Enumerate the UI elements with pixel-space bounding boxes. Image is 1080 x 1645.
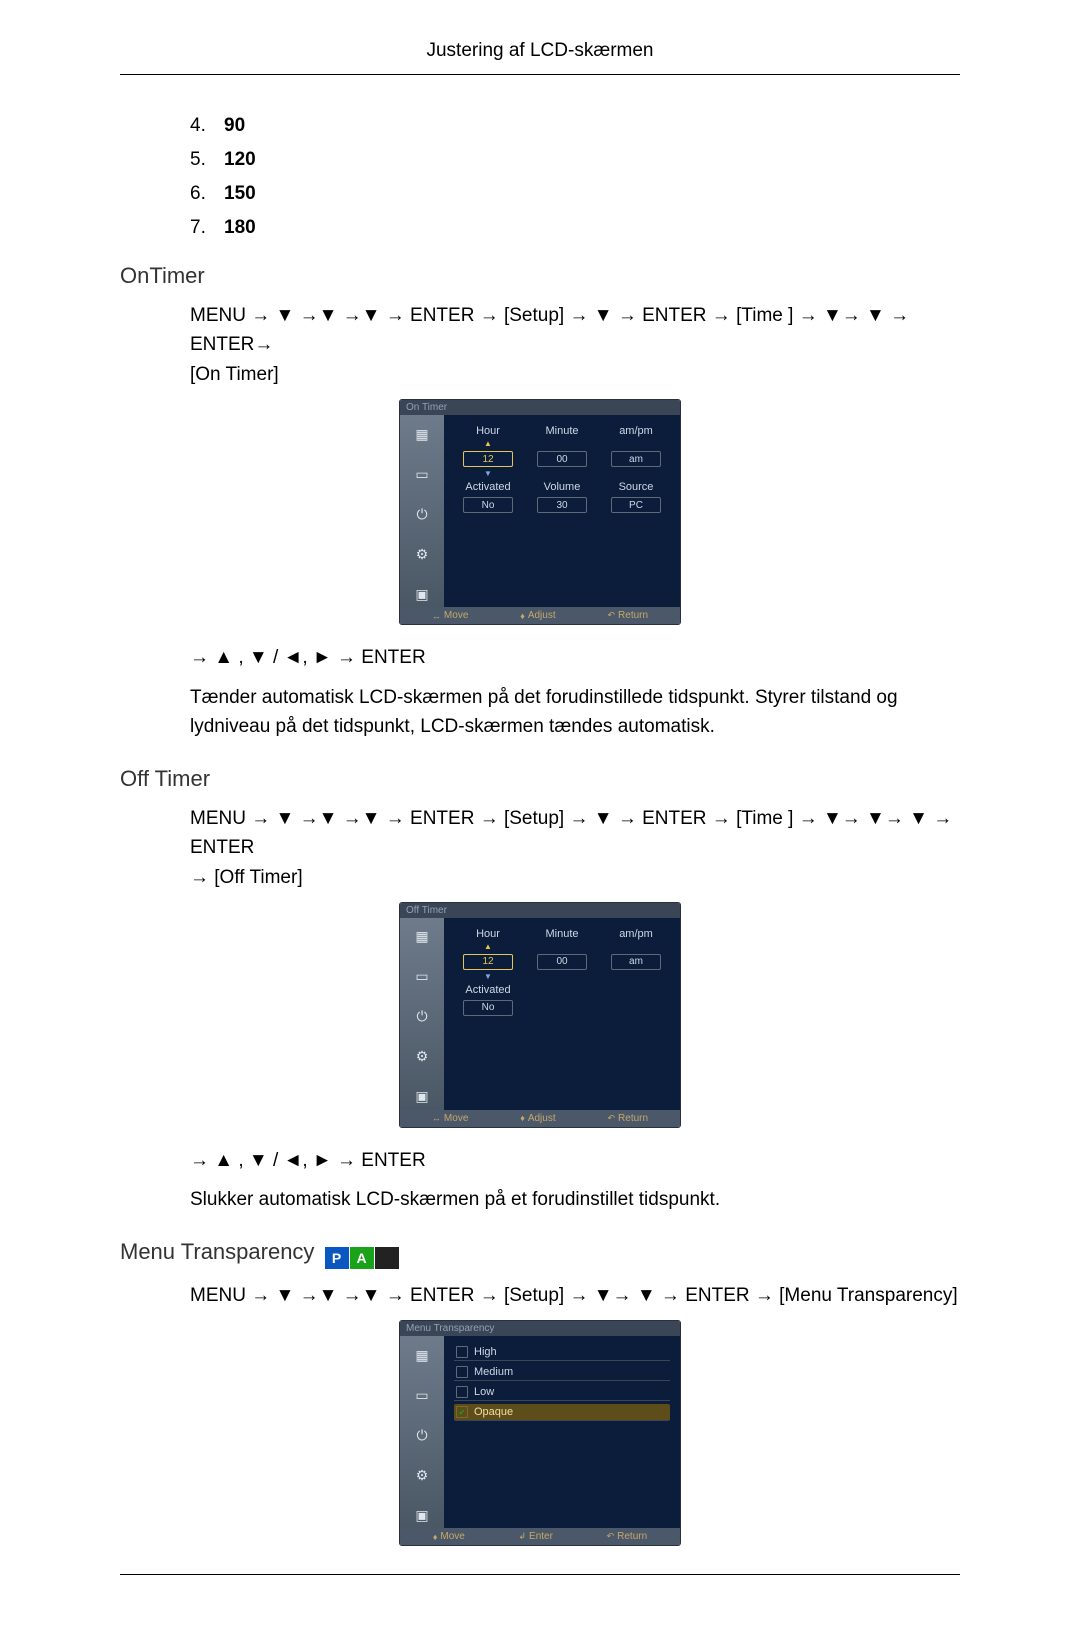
- osd-value-source[interactable]: PC: [611, 497, 661, 513]
- osd-label: Hour: [476, 425, 500, 437]
- list-item: 5.120: [190, 149, 960, 171]
- osd-title: Menu Transparency: [400, 1321, 680, 1336]
- screen-icon: ▭: [409, 461, 435, 487]
- osd-label: Hour: [476, 928, 500, 940]
- move-icon: ↔: [432, 1113, 441, 1123]
- tv-icon: ▣: [409, 1084, 435, 1110]
- p-mode-icon: P: [325, 1247, 349, 1269]
- osd-value-activated[interactable]: No: [463, 497, 513, 513]
- osd-footer: ↔Move ♦Adjust ↶Return: [400, 1110, 680, 1127]
- move-icon: ♦: [433, 1532, 438, 1542]
- list-number: 6.: [190, 183, 224, 205]
- osd-title: On Timer: [400, 400, 680, 415]
- osd-option-high[interactable]: High: [454, 1344, 670, 1361]
- down-triangle-icon: ▼: [484, 974, 492, 980]
- osd-label: Activated: [465, 481, 510, 493]
- list-item: 7.180: [190, 217, 960, 239]
- osd-footer: ↔Move ♦Adjust ↶Return: [400, 607, 680, 624]
- check-icon: ✔: [456, 1406, 468, 1418]
- osd-label: am/pm: [619, 928, 653, 940]
- osd-value-ampm[interactable]: am: [611, 954, 661, 970]
- screen-icon: ▭: [409, 1382, 435, 1408]
- osd-value-ampm[interactable]: am: [611, 451, 661, 467]
- osd-sidebar: ▦ ▭ ⏻ ⚙ ▣: [400, 918, 444, 1110]
- nav-line: → ▲ , ▼ / ◄, ► → ENTER: [190, 643, 960, 672]
- ordered-list: 4.90 5.120 6.150 7.180: [120, 115, 960, 239]
- osd-off-timer: Off Timer ▦ ▭ ⏻ ⚙ ▣ Hour ▲: [399, 902, 681, 1128]
- dark-mode-icon: [375, 1247, 399, 1269]
- osd-label: Minute: [545, 425, 578, 437]
- osd-menu-transparency: Menu Transparency ▦ ▭ ⏻ ⚙ ▣ High Medium …: [399, 1320, 681, 1546]
- power-icon: ⏻: [409, 1004, 435, 1030]
- osd-footer: ♦Move ↲Enter ↶Return: [400, 1528, 680, 1545]
- gear-icon: ⚙: [409, 1462, 435, 1488]
- list-number: 5.: [190, 149, 224, 171]
- osd-label: Volume: [544, 481, 581, 493]
- description: Slukker automatisk LCD-skærmen på et for…: [190, 1185, 960, 1214]
- osd-value-activated[interactable]: No: [463, 1000, 513, 1016]
- osd-label: am/pm: [619, 425, 653, 437]
- nav-line: MENU → ▼ →▼ →▼ → ENTER → [Setup] → ▼ → E…: [190, 804, 960, 892]
- return-icon: ↶: [607, 1113, 615, 1124]
- osd-label: Source: [619, 481, 654, 493]
- osd-label: Minute: [545, 928, 578, 940]
- osd-option-opaque[interactable]: ✔Opaque: [454, 1404, 670, 1421]
- list-item: 6.150: [190, 183, 960, 205]
- osd-value-hour[interactable]: 12: [463, 954, 513, 970]
- list-number: 4.: [190, 115, 224, 137]
- nav-line: → ▲ , ▼ / ◄, ► → ENTER: [190, 1146, 960, 1175]
- return-icon: ↶: [607, 1531, 615, 1542]
- osd-value-minute[interactable]: 00: [537, 954, 587, 970]
- osd-value-minute[interactable]: 00: [537, 451, 587, 467]
- down-triangle-icon: ▼: [484, 471, 492, 477]
- gear-icon: ⚙: [409, 541, 435, 567]
- enter-icon: ↲: [519, 1531, 527, 1542]
- osd-label: Activated: [465, 984, 510, 996]
- section-title-ontimer: OnTimer: [120, 263, 960, 289]
- osd-option-low[interactable]: Low: [454, 1384, 670, 1401]
- nav-line: MENU → ▼ →▼ →▼ → ENTER → [Setup] → ▼ → E…: [190, 301, 960, 389]
- osd-sidebar: ▦ ▭ ⏻ ⚙ ▣: [400, 415, 444, 607]
- list-value: 120: [224, 149, 256, 171]
- screen-icon: ▭: [409, 964, 435, 990]
- osd-on-timer: On Timer ▦ ▭ ⏻ ⚙ ▣ Hour ▲: [399, 399, 681, 625]
- osd-sidebar: ▦ ▭ ⏻ ⚙ ▣: [400, 1336, 444, 1528]
- osd-value-volume[interactable]: 30: [537, 497, 587, 513]
- list-item: 4.90: [190, 115, 960, 137]
- list-value: 150: [224, 183, 256, 205]
- adjust-icon: ♦: [520, 611, 525, 621]
- tv-icon: ▣: [409, 581, 435, 607]
- list-number: 7.: [190, 217, 224, 239]
- osd-title: Off Timer: [400, 903, 680, 918]
- list-value: 90: [224, 115, 245, 137]
- section-title-offtimer: Off Timer: [120, 766, 960, 792]
- a-mode-icon: A: [350, 1247, 374, 1269]
- page-header: Justering af LCD-skærmen: [120, 0, 960, 75]
- osd-option-medium[interactable]: Medium: [454, 1364, 670, 1381]
- adjust-icon: ♦: [520, 1113, 525, 1123]
- up-triangle-icon: ▲: [484, 944, 492, 950]
- osd-value-hour[interactable]: 12: [463, 451, 513, 467]
- page-footer-line: [120, 1574, 960, 1585]
- nav-line: MENU → ▼ →▼ →▼ → ENTER → [Setup] → ▼→ ▼ …: [190, 1281, 960, 1310]
- return-icon: ↶: [607, 610, 615, 621]
- picture-icon: ▦: [409, 1342, 435, 1368]
- gear-icon: ⚙: [409, 1044, 435, 1070]
- section-title-menu-transparency: Menu Transparency P A: [120, 1239, 960, 1269]
- list-value: 180: [224, 217, 256, 239]
- power-icon: ⏻: [409, 1422, 435, 1448]
- tv-icon: ▣: [409, 1502, 435, 1528]
- power-icon: ⏻: [409, 501, 435, 527]
- picture-icon: ▦: [409, 421, 435, 447]
- up-triangle-icon: ▲: [484, 441, 492, 447]
- picture-icon: ▦: [409, 924, 435, 950]
- description: Tænder automatisk LCD-skærmen på det for…: [190, 683, 960, 742]
- move-icon: ↔: [432, 611, 441, 621]
